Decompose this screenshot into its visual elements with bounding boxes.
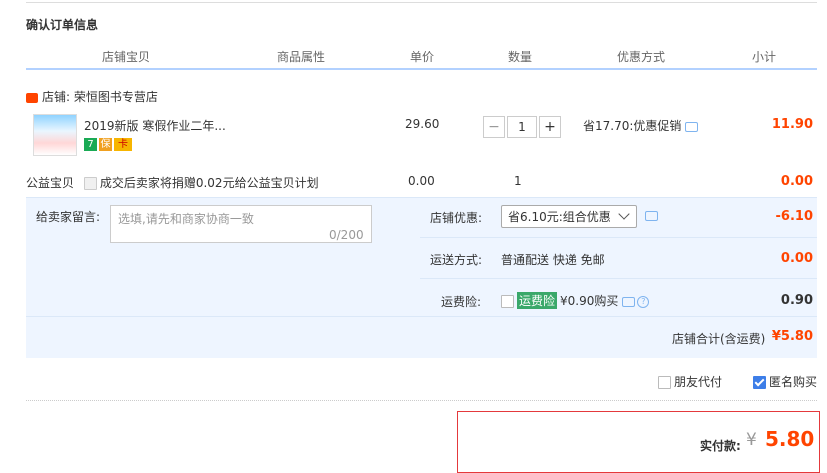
col-header-quantity: 数量 (508, 50, 533, 64)
quantity-input[interactable]: 1 (507, 116, 537, 138)
charity-quantity: 1 (514, 174, 522, 188)
charity-price: 0.00 (408, 174, 435, 188)
shop-discount-value: -6.10 (775, 209, 813, 224)
unit-price: 29.60 (405, 117, 440, 131)
charity-row: 公益宝贝 成交后卖家将捐赠0.02元给公益宝贝计划 (26, 174, 319, 191)
shop-total-label: 店铺合计(含运费) (672, 332, 766, 346)
friend-pay-checkbox[interactable] (658, 376, 671, 389)
shipping-value: 0.00 (780, 251, 813, 266)
product-thumbnail[interactable] (33, 114, 77, 156)
col-header-attributes: 商品属性 (277, 50, 326, 64)
col-header-discount: 优惠方式 (617, 50, 666, 64)
shop-row: 店铺: 荣恒图书专营店 (26, 88, 158, 105)
help-question-icon[interactable]: ? (637, 295, 650, 308)
charity-checkbox[interactable] (83, 177, 97, 190)
increase-button[interactable]: + (539, 116, 561, 138)
friend-pay-option[interactable]: 朋友代付 (658, 373, 722, 390)
quantity-stepper: −1 + (483, 116, 561, 138)
credit-card-icon[interactable]: 卡 (114, 138, 132, 151)
insurance-option: 运费险 ¥0.90购买? (501, 292, 650, 309)
insurance-checkbox[interactable] (501, 295, 514, 308)
seven-day-return-icon[interactable]: 7 (84, 138, 97, 151)
payment-label: 实付款: (700, 439, 741, 453)
friend-pay-label: 朋友代付 (674, 375, 723, 389)
item-subtotal: 11.90 (771, 117, 813, 132)
message-placeholder: 选填,请先和商家协商一致 (118, 212, 254, 226)
section-title: 确认订单信息 (26, 18, 99, 32)
charity-subtotal: 0.00 (780, 174, 813, 189)
tmall-shop-icon (26, 92, 38, 103)
message-label: 给卖家留言: (36, 210, 101, 224)
insurance-price: ¥0.90购买 (560, 294, 619, 308)
chat-bubble-icon[interactable] (645, 211, 658, 221)
shipping-method: 普通配送 快递 免邮 (501, 253, 605, 267)
chat-bubble-icon[interactable] (685, 121, 699, 132)
shop-discount-selected: 省6.10元:组合优惠 (508, 210, 611, 224)
panel-divider-1 (420, 237, 817, 238)
shop-total-value: ¥5.80 (771, 329, 813, 344)
header-divider (26, 68, 817, 70)
payment-currency: ¥ (746, 430, 757, 450)
charity-label: 公益宝贝 (26, 176, 75, 190)
anonymous-label: 匿名购买 (769, 375, 818, 389)
message-char-count: 0/200 (329, 228, 364, 242)
product-name-link[interactable]: 2019新版 寒假作业二年... (84, 117, 226, 134)
shop-discount-label: 店铺优惠: (430, 211, 483, 225)
charity-text: 成交后卖家将捐赠0.02元给公益宝贝计划 (99, 176, 319, 190)
chat-bubble-icon[interactable] (622, 296, 636, 307)
decrease-button[interactable]: − (483, 116, 505, 138)
panel-divider-2 (420, 278, 817, 279)
anonymous-checkbox[interactable] (753, 376, 766, 389)
product-badges: 7保卡 (84, 137, 134, 151)
insurance-value: 0.90 (780, 293, 813, 308)
top-divider (26, 2, 817, 3)
shop-name-link[interactable]: 店铺: 荣恒图书专营店 (42, 90, 158, 104)
shipping-label: 运送方式: (430, 253, 483, 267)
col-header-subtotal: 小计 (752, 50, 777, 64)
promo-label: 省17.70:优惠促销 (583, 119, 682, 133)
options-divider (26, 400, 817, 401)
anonymous-option[interactable]: 匿名购买 (753, 373, 817, 390)
panel-divider-3 (26, 316, 817, 317)
promo-text: 省17.70:优惠促销 (583, 117, 699, 134)
col-header-unit-price: 单价 (410, 50, 435, 64)
col-header-shop-item: 店铺宝贝 (102, 50, 151, 64)
insurance-label: 运费险: (441, 295, 482, 309)
payment-amount: 5.80 (765, 427, 815, 451)
insurance-tag: 运费险 (517, 292, 558, 309)
guarantee-icon[interactable]: 保 (99, 138, 112, 151)
